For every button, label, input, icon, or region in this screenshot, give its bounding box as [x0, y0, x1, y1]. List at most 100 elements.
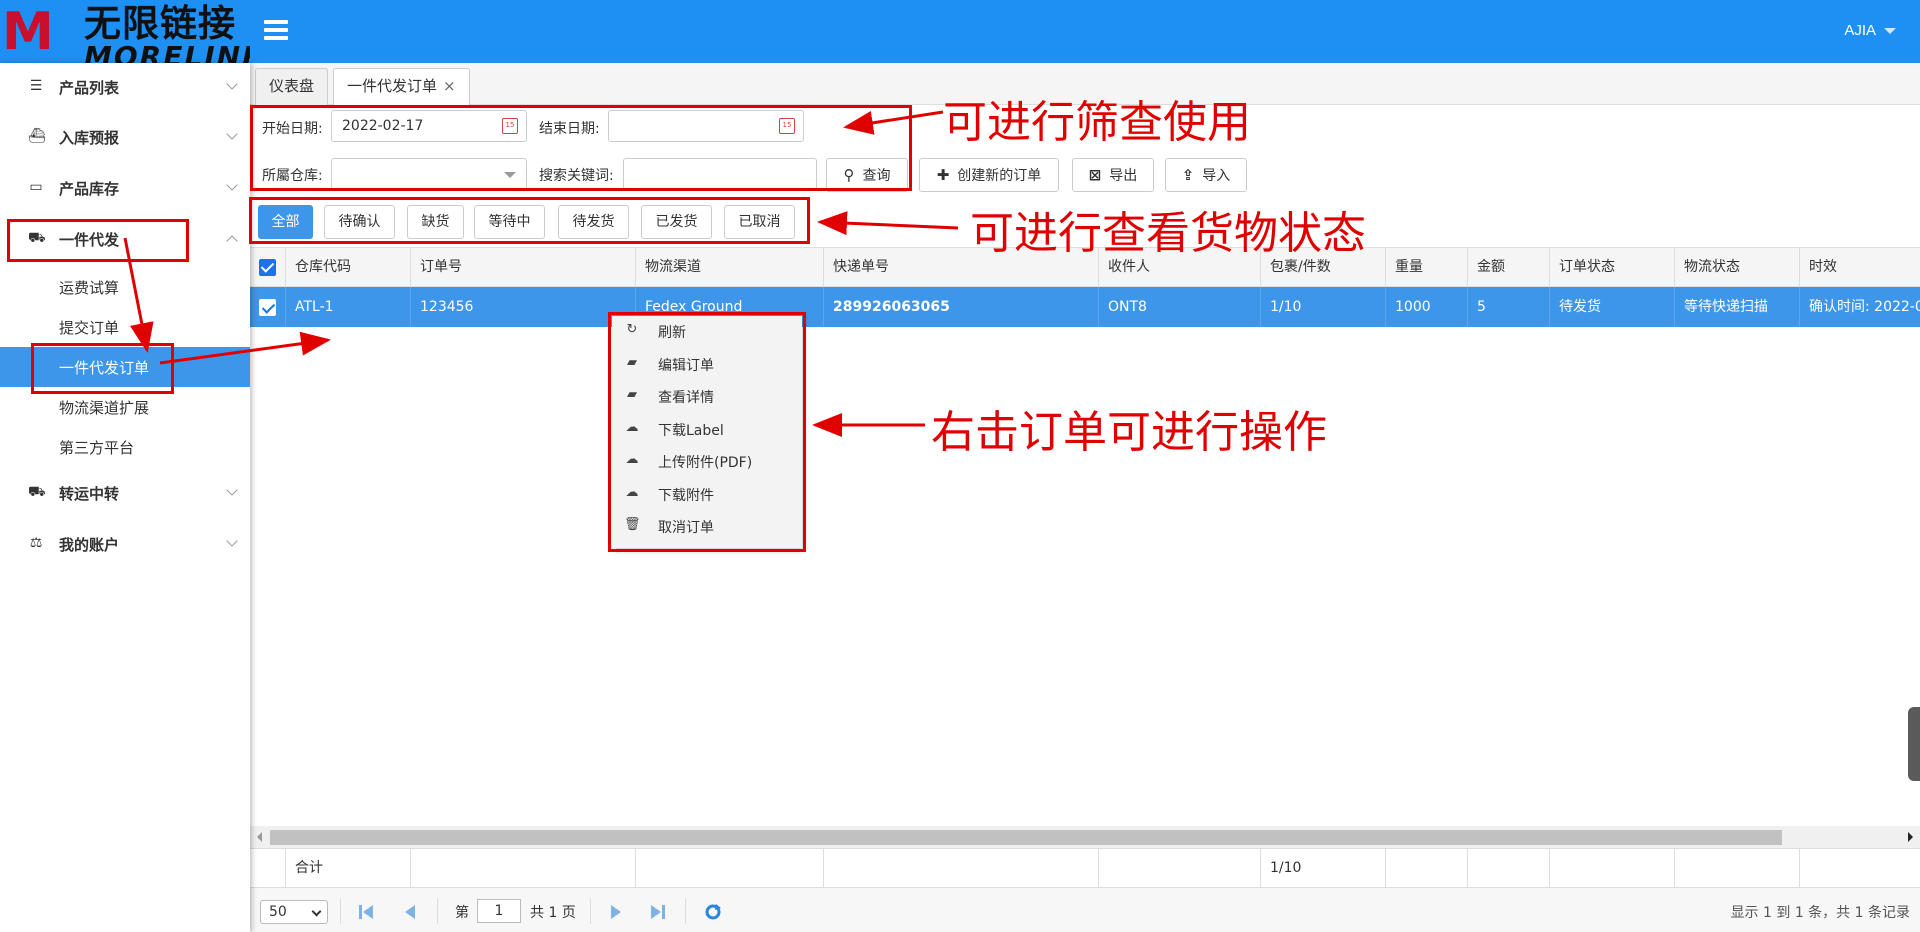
column-header[interactable]: 时效: [1799, 248, 1920, 288]
footer-cell: [1385, 849, 1467, 889]
page-size-value: 50: [269, 904, 287, 920]
top-bar: AJIA: [0, 0, 1920, 63]
export-button[interactable]: ⊠ 导出: [1072, 158, 1154, 192]
table-cell: 1/10: [1260, 287, 1385, 327]
sidebar-item-transfer[interactable]: ⛟ 转运中转: [0, 469, 250, 519]
table-cell: 123456: [410, 287, 635, 327]
tab-dashboard[interactable]: 仪表盘: [255, 68, 329, 105]
chevron-down-icon: [226, 484, 238, 496]
import-button-label: 导入: [1202, 168, 1231, 184]
column-header[interactable]: 仓库代码: [285, 248, 410, 288]
footer-cell: [1799, 849, 1920, 889]
footer-total-packages: 1/10: [1260, 849, 1385, 889]
column-header[interactable]: 订单号: [410, 248, 635, 288]
footer-cell: [250, 849, 285, 889]
sidebar-item-inbound-forecast[interactable]: ⛴ 入库预报: [0, 113, 250, 163]
sidebar-item-label: 转运中转: [59, 485, 120, 503]
column-header[interactable]: 重量: [1385, 248, 1467, 288]
scroll-right-arrow-icon[interactable]: [1908, 832, 1913, 842]
sidebar-subitem-freight-calc[interactable]: 运费试算: [0, 267, 250, 307]
sidebar-subitem-submit-order[interactable]: 提交订单: [0, 307, 250, 347]
ship-icon: ⛴: [28, 128, 46, 144]
sidebar-item-product-list[interactable]: ☰ 产品列表: [0, 63, 250, 113]
hamburger-menu-icon[interactable]: [264, 20, 288, 42]
sidebar-item-inventory[interactable]: ▭ 产品库存: [0, 164, 250, 214]
table-cell: 待发货: [1549, 287, 1674, 327]
reload-icon[interactable]: [704, 903, 722, 921]
annotation-context-box: [608, 312, 806, 552]
chevron-down-icon: [226, 128, 238, 140]
create-order-button[interactable]: ✚ 创建新的订单: [919, 158, 1059, 192]
user-name: AJIA: [1844, 22, 1876, 39]
prev-page-icon[interactable]: [402, 903, 418, 921]
horizontal-scrollbar[interactable]: [250, 826, 1920, 848]
column-header[interactable]: 物流状态: [1674, 248, 1799, 288]
inbox-icon: ▭: [29, 179, 43, 195]
table-row[interactable]: ATL-1 123456 Fedex Ground 289926063065 O…: [250, 287, 1920, 327]
scroll-left-arrow-icon[interactable]: [257, 832, 262, 842]
table-cell: 确认时间: 2022-0: [1799, 287, 1920, 327]
caret-down-icon: [1884, 28, 1896, 35]
column-header[interactable]: 物流渠道: [635, 248, 823, 288]
first-page-icon[interactable]: [358, 903, 374, 921]
sidebar-item-my-account[interactable]: ⚖ 我的账户: [0, 520, 250, 570]
annotation-status-note: 可进行查看货物状态: [970, 208, 1366, 259]
sidebar-subitem-label: 提交订单: [59, 319, 120, 337]
plus-icon: ✚: [936, 166, 950, 184]
truck-icon: ⛟: [28, 484, 46, 500]
scale-icon: ⚖: [29, 535, 43, 551]
footer-cell: [1549, 849, 1674, 889]
table-cell: 5: [1467, 287, 1549, 327]
tracking-number-cell[interactable]: 289926063065: [823, 287, 1098, 327]
upload-icon: ⇪: [1181, 166, 1195, 184]
sidebar-subitem-third-party[interactable]: 第三方平台: [0, 427, 250, 467]
sidebar-item-label: 产品库存: [59, 180, 120, 198]
select-all-cell: [250, 248, 285, 288]
column-header[interactable]: 金额: [1467, 248, 1549, 288]
user-menu[interactable]: AJIA: [1844, 22, 1896, 39]
table-cell: 等待快递扫描: [1674, 287, 1799, 327]
tab-label: 仪表盘: [269, 77, 315, 95]
page-size-select[interactable]: 50: [260, 900, 328, 924]
arrow-status: [817, 211, 959, 236]
close-icon[interactable]: ×: [443, 77, 456, 95]
table-cell: 1000: [1385, 287, 1467, 327]
annotation-filter-box: [250, 105, 912, 191]
pager-divider: [685, 898, 686, 924]
footer-total-label: 合计: [285, 849, 410, 889]
sidebar-subitem-label: 第三方平台: [59, 439, 135, 457]
excel-file-icon: ⊠: [1088, 166, 1102, 184]
next-page-icon[interactable]: [608, 903, 624, 921]
row-checkbox[interactable]: [259, 299, 276, 316]
import-button[interactable]: ⇪ 导入: [1165, 158, 1247, 192]
chevron-down-icon: [226, 179, 238, 191]
column-header[interactable]: 订单状态: [1549, 248, 1674, 288]
sidebar-subitem-label: 运费试算: [59, 279, 120, 297]
scrollbar-thumb[interactable]: [270, 830, 1782, 845]
pagination-bar: 50 第 1 共 1 页 显示 1 到 1 条，共 1 条记录: [250, 888, 1920, 932]
table-cell: ONT8: [1098, 287, 1260, 327]
footer-cell: [823, 849, 1098, 889]
page-prefix: 第: [455, 905, 469, 921]
page-number-value: 1: [494, 903, 504, 919]
sidebar: ☰ 产品列表 ⛴ 入库预报 ▭ 产品库存 ⛟ 一件代发 运费试算 提交订单 一件…: [0, 63, 250, 932]
table-footer-row: 合计 1/10: [250, 848, 1920, 889]
select-all-checkbox[interactable]: [259, 259, 276, 276]
annotation-status-box: [249, 197, 810, 244]
page-number-input[interactable]: 1: [477, 899, 521, 923]
side-handle[interactable]: [1908, 707, 1920, 781]
pager-divider: [340, 898, 341, 924]
sidebar-item-label: 我的账户: [59, 536, 120, 554]
page-total: 共 1 页: [530, 905, 576, 921]
pagination-summary: 显示 1 到 1 条，共 1 条记录: [1730, 905, 1910, 921]
annotation-dropship-box: [7, 219, 189, 262]
sidebar-item-label: 入库预报: [59, 129, 120, 147]
logo-text-en: MORELINK: [84, 40, 250, 64]
row-select-cell: [250, 287, 285, 327]
annotation-context-note: 右击订单可进行操作: [931, 407, 1327, 458]
footer-cell: [635, 849, 823, 889]
sidebar-subitem-label: 物流渠道扩展: [59, 399, 150, 417]
last-page-icon[interactable]: [650, 903, 666, 921]
tab-dropship-orders[interactable]: 一件代发订单 ×: [333, 68, 470, 105]
chevron-down-icon: [311, 906, 322, 917]
